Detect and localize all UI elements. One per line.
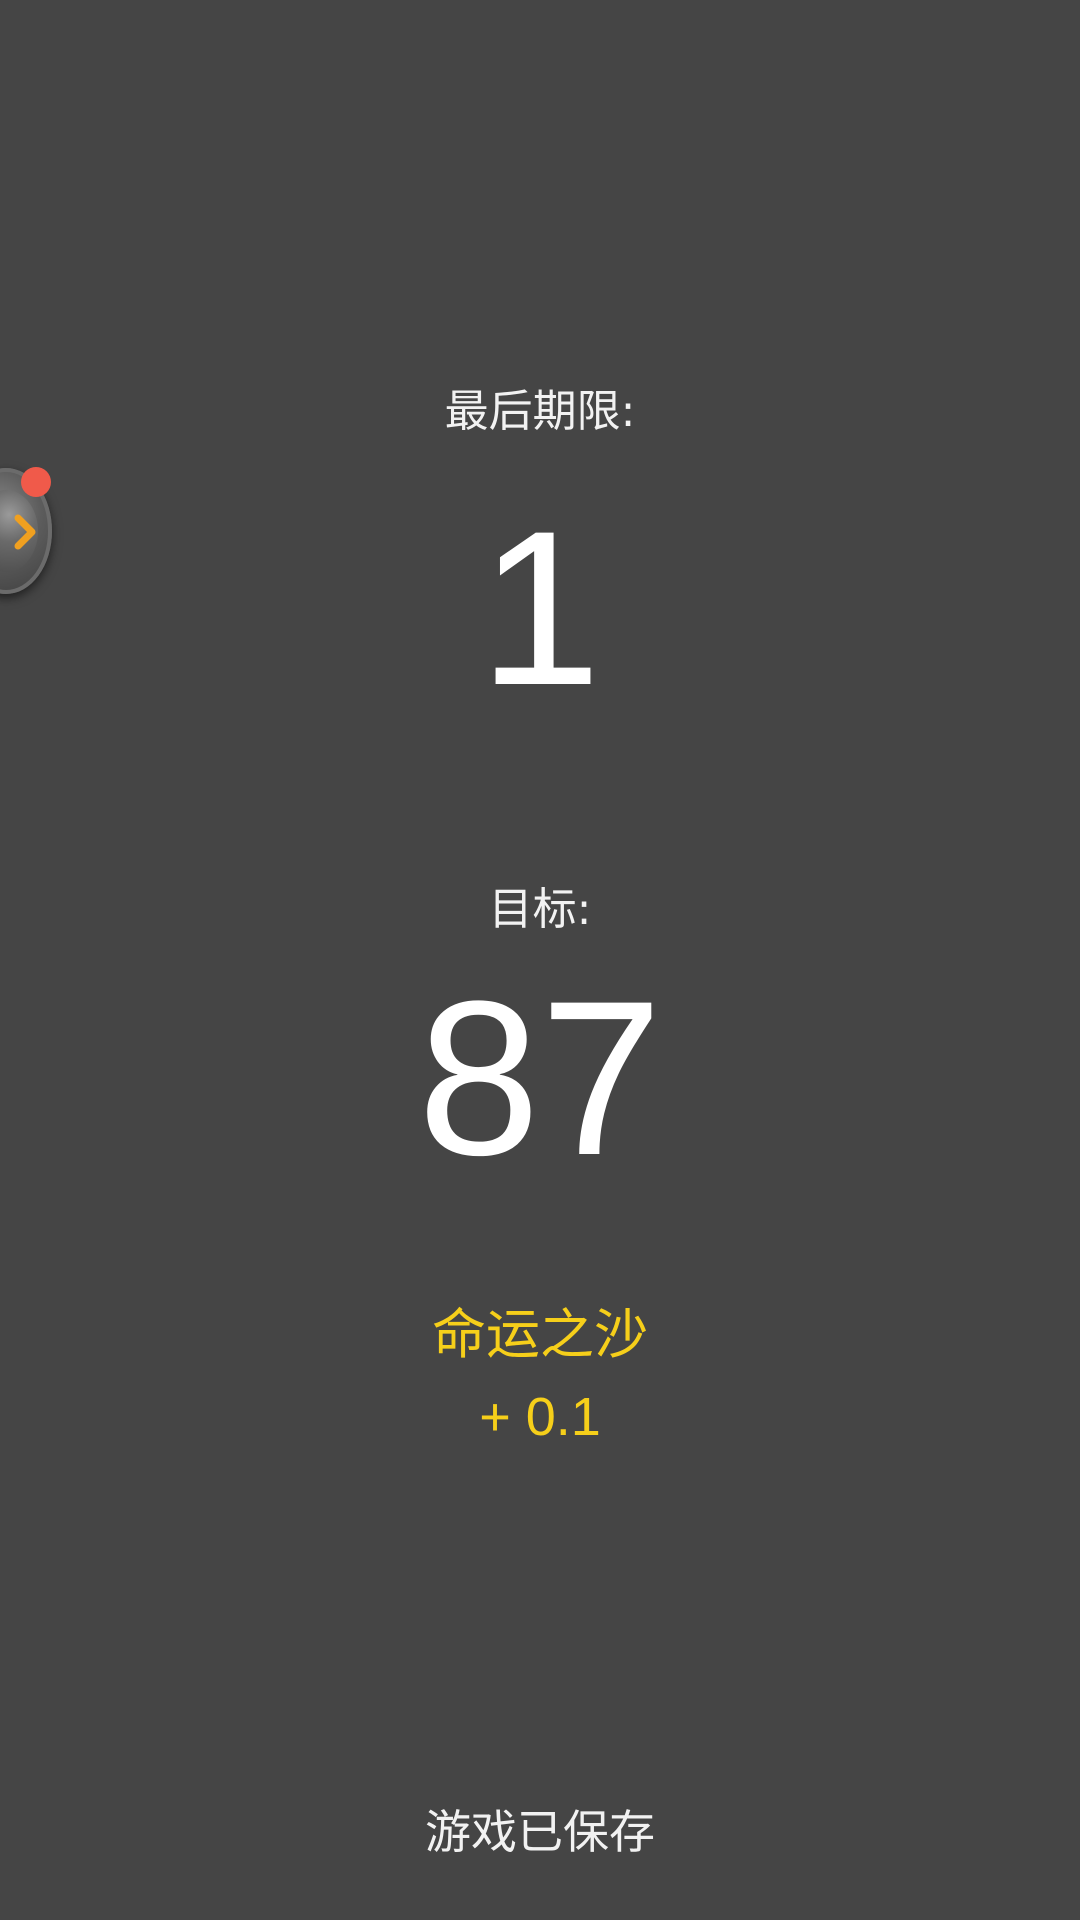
bonus-name: 命运之沙 bbox=[432, 1303, 648, 1366]
game-screen: 最后期限: 1 目标: 87 命运之沙 + 0.1 游戏已保存 bbox=[0, 0, 1080, 1920]
chevron-right-icon bbox=[14, 514, 36, 550]
bonus-value: + 0.1 bbox=[479, 1387, 601, 1447]
target-label: 目标: bbox=[488, 884, 592, 935]
deadline-label: 最后期限: bbox=[444, 386, 636, 437]
notification-dot bbox=[21, 467, 51, 497]
game-saved-status: 游戏已保存 bbox=[425, 1805, 655, 1859]
deadline-value: 1 bbox=[478, 485, 602, 731]
target-value: 87 bbox=[417, 955, 663, 1201]
